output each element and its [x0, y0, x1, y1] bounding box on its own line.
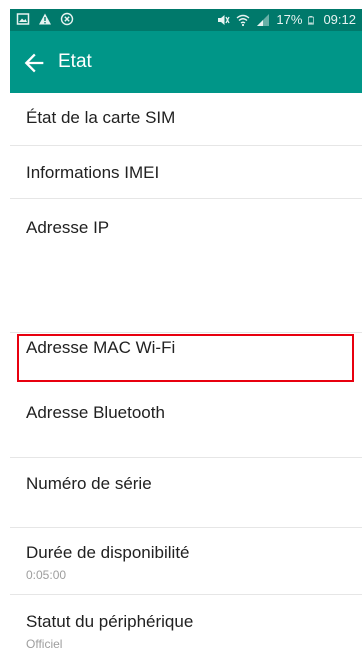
- list-item-device-status[interactable]: Statut du périphérique Officiel: [10, 595, 362, 651]
- battery-icon: [308, 16, 315, 25]
- list-item-ip-address[interactable]: Adresse IP: [10, 199, 362, 332]
- status-bar: 17% 09:12: [10, 9, 362, 31]
- mute-icon: [218, 15, 231, 25]
- item-label: Adresse Bluetooth: [26, 403, 165, 422]
- item-label: Adresse IP: [26, 218, 110, 237]
- warning-icon: [39, 13, 51, 25]
- clock: 09:12: [323, 12, 356, 27]
- item-label: Durée de disponibilité: [26, 543, 190, 562]
- item-value: 0:05:00: [26, 568, 67, 582]
- list-item-imei[interactable]: Informations IMEI: [10, 146, 362, 198]
- list-item-uptime[interactable]: Durée de disponibilité 0:05:00: [10, 528, 362, 594]
- list-item-bluetooth[interactable]: Adresse Bluetooth: [10, 390, 362, 448]
- status-right-icons: 17% 09:12: [216, 11, 356, 29]
- item-value: Officiel: [26, 637, 63, 651]
- app-bar: Etat: [10, 31, 362, 93]
- item-label: Informations IMEI: [26, 163, 160, 182]
- item-label: Numéro de série: [26, 474, 152, 493]
- item-label: Statut du périphérique: [26, 612, 194, 631]
- signal-icon: [257, 14, 270, 26]
- wifi-icon: [236, 14, 250, 27]
- status-left-icons: [16, 12, 74, 26]
- circle-x-icon: [60, 12, 74, 26]
- page-title: Etat: [58, 51, 92, 72]
- item-label: État de la carte SIM: [26, 108, 176, 127]
- battery-percentage: 17%: [276, 12, 303, 27]
- list-item-serial-number[interactable]: Numéro de série: [10, 458, 362, 526]
- back-arrow-icon[interactable]: [20, 49, 48, 77]
- image-icon: [16, 13, 30, 25]
- highlight-box: [17, 334, 354, 382]
- list-item-sim-status[interactable]: État de la carte SIM: [10, 93, 362, 145]
